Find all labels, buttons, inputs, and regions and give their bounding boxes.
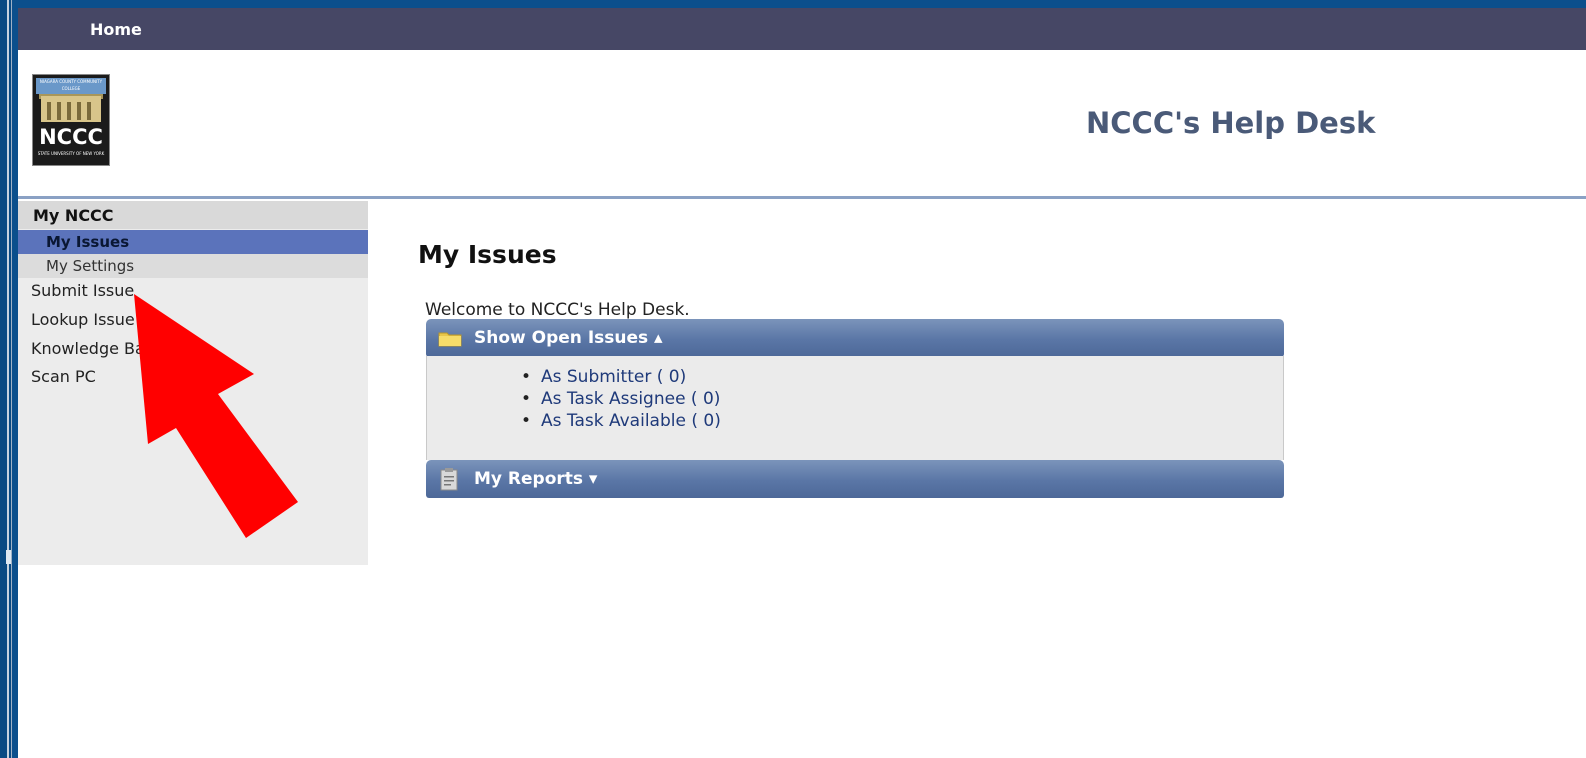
sidebar-item-label: My Issues <box>46 233 130 251</box>
list-item-as-submitter[interactable]: As Submitter ( 0) <box>521 366 721 388</box>
welcome-text: Welcome to NCCC's Help Desk. <box>425 300 690 320</box>
sidebar-item-submit-issue[interactable]: Submit Issue <box>31 281 134 300</box>
logo-building <box>41 96 101 122</box>
header-divider <box>18 196 1586 199</box>
scrollbar-handle[interactable] <box>6 550 11 564</box>
show-open-issues-header[interactable]: Show Open Issues ▴ <box>426 319 1284 357</box>
sidebar-section-my-nccc[interactable]: My NCCC <box>18 201 368 229</box>
open-issues-panel: As Submitter ( 0) As Task Assignee ( 0) … <box>426 356 1284 460</box>
sidebar-section-label: My NCCC <box>33 206 114 225</box>
red-arrow-icon <box>134 294 298 538</box>
browser-page: Home NIAGARA COUNTY COMMUNITY COLLEGE NC… <box>18 8 1586 758</box>
open-issues-list: As Submitter ( 0) As Task Assignee ( 0) … <box>521 366 721 432</box>
home-link[interactable]: Home <box>90 20 142 39</box>
folder-icon <box>438 332 462 347</box>
list-item-as-task-available[interactable]: As Task Available ( 0) <box>521 410 721 432</box>
sidebar-item-scan-pc[interactable]: Scan PC <box>31 367 96 386</box>
logo-band-text: NIAGARA COUNTY COMMUNITY COLLEGE <box>36 78 106 94</box>
sidebar-item-my-issues[interactable]: My Issues <box>18 230 368 254</box>
top-nav-bar: Home <box>18 8 1586 50</box>
open-issues-label: Show Open Issues ▴ <box>474 328 663 348</box>
window-left-frame <box>0 0 18 758</box>
clipboard-icon <box>440 468 458 491</box>
logo-subtext: STATE UNIVERSITY OF NEW YORK <box>37 151 105 156</box>
site-title: NCCC's Help Desk <box>1086 106 1376 140</box>
nccc-logo[interactable]: NIAGARA COUNTY COMMUNITY COLLEGE NCCC ST… <box>32 74 110 166</box>
header: NIAGARA COUNTY COMMUNITY COLLEGE NCCC ST… <box>18 50 1586 198</box>
logo-text: NCCC <box>39 125 103 149</box>
sidebar-item-lookup-issue[interactable]: Lookup Issue <box>31 310 135 329</box>
my-reports-header[interactable]: My Reports ▾ <box>426 460 1284 498</box>
my-reports-label: My Reports ▾ <box>474 469 598 489</box>
page-title: My Issues <box>418 240 557 269</box>
list-item-as-task-assignee[interactable]: As Task Assignee ( 0) <box>521 388 721 410</box>
sidebar-item-label: My Settings <box>46 257 135 275</box>
sidebar-item-my-settings[interactable]: My Settings <box>18 254 368 278</box>
